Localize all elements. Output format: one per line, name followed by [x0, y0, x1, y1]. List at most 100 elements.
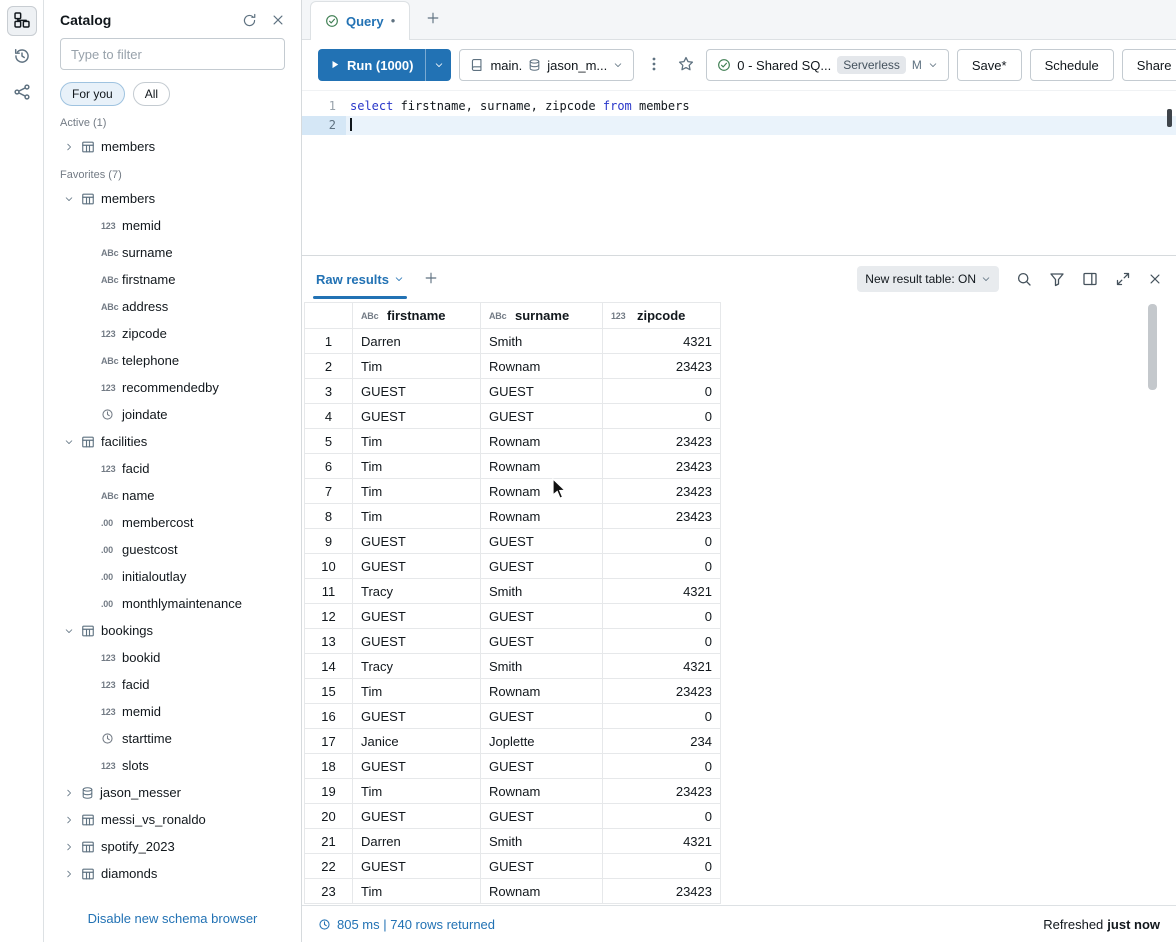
tree-item-memid[interactable]: 123memid — [44, 698, 301, 725]
layout-panel-icon[interactable] — [1082, 271, 1098, 287]
table-row[interactable]: 8TimRownam23423 — [305, 504, 721, 529]
tree-item-monthlymaintenance[interactable]: .00monthlymaintenance — [44, 590, 301, 617]
tree-item-initialoutlay[interactable]: .00initialoutlay — [44, 563, 301, 590]
table-row[interactable]: 13GUESTGUEST0 — [305, 629, 721, 654]
rail-lineage-button[interactable] — [7, 78, 37, 108]
search-results-icon[interactable] — [1016, 271, 1032, 287]
table-row[interactable]: 20GUESTGUEST0 — [305, 804, 721, 829]
tree-item-name[interactable]: ABcname — [44, 482, 301, 509]
schedule-button[interactable]: Schedule — [1030, 49, 1114, 81]
table-row[interactable]: 23TimRownam23423 — [305, 879, 721, 904]
tree-item-starttime[interactable]: starttime — [44, 725, 301, 752]
tree-item-zipcode[interactable]: 123zipcode — [44, 320, 301, 347]
tree-item-memid[interactable]: 123memid — [44, 212, 301, 239]
tree-item-joindate[interactable]: joindate — [44, 401, 301, 428]
rail-history-button[interactable] — [7, 42, 37, 72]
table-row[interactable]: 15TimRownam23423 — [305, 679, 721, 704]
tree-item-messi_vs_ronaldo[interactable]: messi_vs_ronaldo — [44, 806, 301, 833]
filter-pill-for-you[interactable]: For you — [60, 82, 125, 106]
table-row[interactable]: 14TracySmith4321 — [305, 654, 721, 679]
row-number-header[interactable] — [305, 303, 353, 329]
chevron-right-icon[interactable] — [64, 142, 81, 152]
table-row[interactable]: 6TimRownam23423 — [305, 454, 721, 479]
tree-item-facid[interactable]: 123facid — [44, 455, 301, 482]
type-int-icon: 123 — [101, 653, 122, 663]
tree-item-recommendedby[interactable]: 123recommendedby — [44, 374, 301, 401]
filter-pill-all[interactable]: All — [133, 82, 170, 106]
chevron-right-icon[interactable] — [64, 815, 81, 825]
refresh-icon[interactable] — [242, 13, 257, 28]
tree-item-bookings[interactable]: bookings — [44, 617, 301, 644]
share-button[interactable]: Share — [1122, 49, 1176, 81]
table-row[interactable]: 16GUESTGUEST0 — [305, 704, 721, 729]
favorite-button[interactable] — [674, 49, 698, 81]
tree-item-membercost[interactable]: .00membercost — [44, 509, 301, 536]
editor-line-1[interactable]: 1select firstname, surname, zipcode from… — [302, 97, 1176, 116]
table-row[interactable]: 22GUESTGUEST0 — [305, 854, 721, 879]
tree-item-firstname[interactable]: ABcfirstname — [44, 266, 301, 293]
tree-item-telephone[interactable]: ABctelephone — [44, 347, 301, 374]
table-row[interactable]: 4GUESTGUEST0 — [305, 404, 721, 429]
add-result-tab-button[interactable] — [424, 271, 438, 288]
run-options-button[interactable] — [425, 49, 451, 81]
catalog-filter-input[interactable] — [60, 38, 285, 70]
save-button[interactable]: Save* — [957, 49, 1022, 81]
tree-item-slots[interactable]: 123slots — [44, 752, 301, 779]
tree-item-members[interactable]: members — [44, 185, 301, 212]
tab-raw-results[interactable]: Raw results — [316, 256, 404, 302]
tree-item-facid[interactable]: 123facid — [44, 671, 301, 698]
tree-item-diamonds[interactable]: diamonds — [44, 860, 301, 887]
more-actions-button[interactable] — [642, 49, 666, 81]
table-row[interactable]: 11TracySmith4321 — [305, 579, 721, 604]
run-button[interactable]: Run (1000) — [318, 49, 425, 81]
table-row[interactable]: 18GUESTGUEST0 — [305, 754, 721, 779]
chevron-down-icon — [928, 60, 938, 70]
cell-surname: GUEST — [481, 854, 603, 879]
editor-scrollbar[interactable] — [1167, 109, 1172, 127]
filter-icon[interactable] — [1049, 271, 1065, 287]
chevron-right-icon[interactable] — [64, 869, 81, 879]
tree-item-facilities[interactable]: facilities — [44, 428, 301, 455]
expand-icon[interactable] — [1115, 271, 1131, 287]
editor-line-2[interactable]: 2 — [302, 116, 1176, 135]
table-row[interactable]: 5TimRownam23423 — [305, 429, 721, 454]
tree-item-address[interactable]: ABcaddress — [44, 293, 301, 320]
column-header-firstname[interactable]: ABcfirstname — [353, 303, 481, 329]
table-row[interactable]: 1DarrenSmith4321 — [305, 329, 721, 354]
table-row[interactable]: 10GUESTGUEST0 — [305, 554, 721, 579]
chevron-down-icon[interactable] — [64, 194, 81, 204]
tree-item-guestcost[interactable]: .00guestcost — [44, 536, 301, 563]
close-results-icon[interactable] — [1148, 272, 1162, 286]
results-scrollbar[interactable] — [1148, 304, 1157, 390]
tree-item-spotify_2023[interactable]: spotify_2023 — [44, 833, 301, 860]
tab-query[interactable]: Query ● — [310, 1, 410, 40]
tree-item-surname[interactable]: ABcsurname — [44, 239, 301, 266]
type-str-icon: ABc — [101, 356, 122, 366]
table-row[interactable]: 9GUESTGUEST0 — [305, 529, 721, 554]
tree-item-bookid[interactable]: 123bookid — [44, 644, 301, 671]
table-row[interactable]: 2TimRownam23423 — [305, 354, 721, 379]
tree-item-members[interactable]: members — [44, 133, 301, 160]
warehouse-selector[interactable]: 0 - Shared SQ... Serverless M — [706, 49, 949, 81]
chevron-right-icon[interactable] — [64, 842, 81, 852]
chevron-down-icon[interactable] — [64, 626, 81, 636]
column-header-zipcode[interactable]: 123zipcode — [603, 303, 721, 329]
new-tab-button[interactable] — [426, 11, 440, 28]
table-row[interactable]: 19TimRownam23423 — [305, 779, 721, 804]
column-header-surname[interactable]: ABcsurname — [481, 303, 603, 329]
table-row[interactable]: 7TimRownam23423 — [305, 479, 721, 504]
table-row[interactable]: 3GUESTGUEST0 — [305, 379, 721, 404]
tree-item-jason_messer[interactable]: jason_messer — [44, 779, 301, 806]
chevron-down-icon[interactable] — [64, 437, 81, 447]
table-row[interactable]: 21DarrenSmith4321 — [305, 829, 721, 854]
table-row[interactable]: 12GUESTGUEST0 — [305, 604, 721, 629]
catalog-schema-selector[interactable]: main. jason_m... — [459, 49, 634, 81]
sql-editor[interactable]: 1select firstname, surname, zipcode from… — [302, 90, 1176, 255]
rail-schema-browser-button[interactable] — [7, 6, 37, 36]
chevron-right-icon[interactable] — [64, 788, 81, 798]
cell-surname: GUEST — [481, 804, 603, 829]
disable-schema-browser-link[interactable]: Disable new schema browser — [88, 911, 258, 926]
new-result-table-toggle[interactable]: New result table: ON — [857, 266, 999, 292]
table-row[interactable]: 17JaniceJoplette234 — [305, 729, 721, 754]
close-catalog-icon[interactable] — [271, 13, 285, 27]
